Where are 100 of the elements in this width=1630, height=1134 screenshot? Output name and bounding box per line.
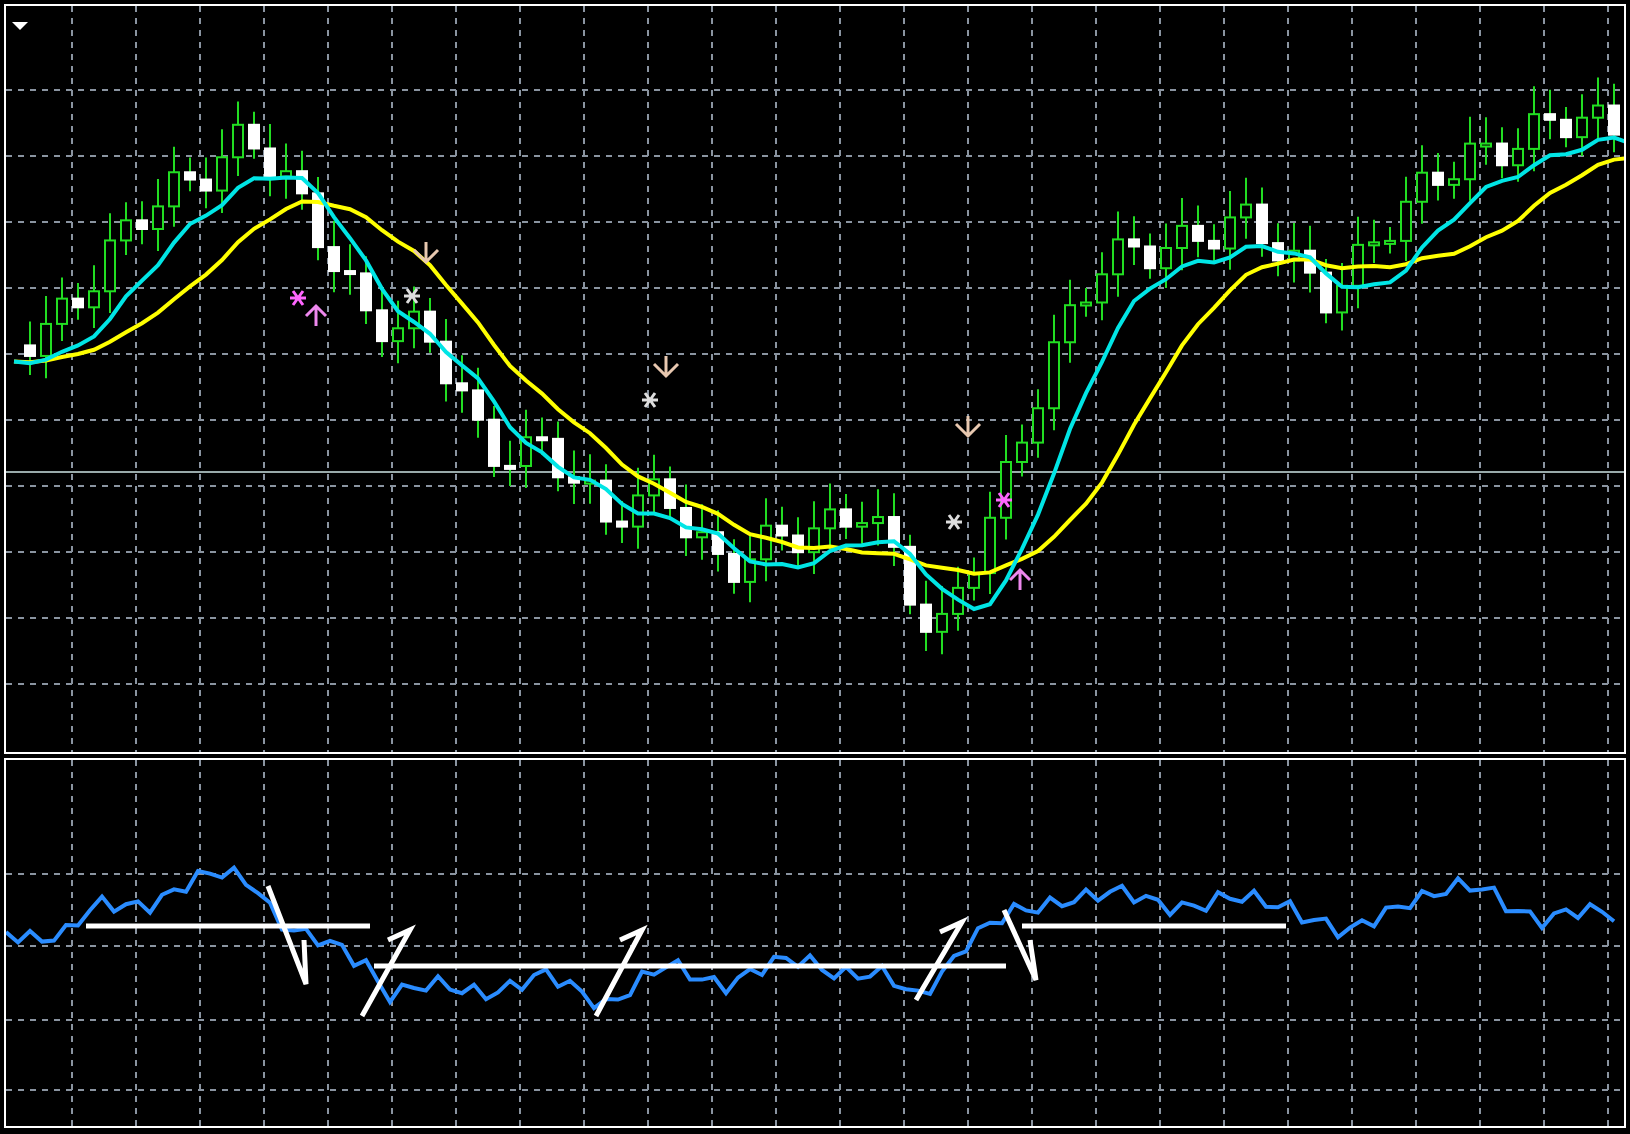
asterisk-icon <box>944 513 964 531</box>
candlestick <box>440 317 452 403</box>
candlestick <box>1352 215 1364 310</box>
candlestick <box>952 565 964 632</box>
candlestick <box>104 212 116 314</box>
candlestick <box>824 482 836 551</box>
candlestick <box>344 243 356 296</box>
zigzag-mark <box>1001 908 1039 983</box>
candlestick <box>504 439 516 488</box>
candlestick <box>328 219 340 294</box>
candlestick <box>1336 262 1348 332</box>
candlestick <box>232 100 244 177</box>
candlestick <box>200 156 212 210</box>
candlestick <box>1064 278 1076 364</box>
candlestick <box>1448 160 1460 200</box>
candlestick <box>552 420 564 493</box>
candlestick <box>856 500 868 545</box>
candlestick <box>1000 433 1012 541</box>
candlestick <box>1544 88 1556 141</box>
candlestick <box>216 128 228 214</box>
candlestick <box>1464 115 1476 202</box>
candlestick <box>1384 226 1396 255</box>
candlestick <box>520 408 532 490</box>
candlestick <box>840 492 852 541</box>
candlestick <box>264 122 276 198</box>
candlestick <box>1208 223 1220 263</box>
zigzag-mark <box>265 885 309 987</box>
asterisk-icon <box>640 391 660 409</box>
candlestick <box>696 503 708 561</box>
candlestick <box>744 532 756 604</box>
candlestick <box>56 276 68 342</box>
candlestick <box>760 497 772 583</box>
candlestick <box>1512 127 1524 183</box>
candlestick <box>24 320 36 377</box>
up-arrow-icon <box>304 303 328 328</box>
candlestick <box>456 354 468 414</box>
candlestick <box>1048 313 1060 432</box>
candlestick <box>600 463 612 536</box>
candlestick <box>1608 82 1620 154</box>
candlestick <box>1272 222 1284 278</box>
candlestick <box>408 285 420 350</box>
candlestick <box>568 449 580 506</box>
zigzag-mark <box>593 924 648 1018</box>
candlestick <box>1096 251 1108 322</box>
candlestick <box>1144 232 1156 280</box>
candlestick <box>248 110 260 160</box>
candlestick <box>1288 222 1300 284</box>
candlestick <box>296 149 308 211</box>
candlestick <box>1528 85 1540 173</box>
candlestick <box>1256 186 1268 258</box>
candlestick <box>1032 388 1044 459</box>
candlestick <box>632 466 644 550</box>
candlestick <box>280 142 292 200</box>
candlestick <box>888 492 900 567</box>
candlestick <box>1576 93 1588 157</box>
candlestick <box>424 296 436 354</box>
candlestick <box>472 366 484 439</box>
candlestick <box>1112 210 1124 298</box>
candlestick <box>664 465 676 520</box>
zigzag-mark <box>359 924 416 1018</box>
candlestick <box>120 201 132 256</box>
candlestick <box>312 175 324 262</box>
candlestick <box>1560 106 1572 149</box>
candlestick <box>1304 224 1316 294</box>
candlestick <box>360 255 372 326</box>
candlestick <box>1592 76 1604 142</box>
candlestick <box>72 282 84 321</box>
candlestick <box>40 295 52 380</box>
candlestick <box>1480 116 1492 166</box>
candlestick <box>648 453 660 516</box>
candlestick <box>808 500 820 575</box>
candlestick <box>1224 189 1236 271</box>
candlestick <box>984 490 996 595</box>
candlestick <box>1128 215 1140 267</box>
asterisk-icon <box>288 289 308 307</box>
candlestick <box>1400 175 1412 262</box>
candlestick <box>1080 286 1092 318</box>
candlestick <box>1368 218 1380 264</box>
up-arrow-icon <box>1008 567 1032 592</box>
candlestick <box>936 585 948 656</box>
candlestick <box>168 145 180 228</box>
candlestick <box>1240 176 1252 240</box>
candlestick <box>136 200 148 246</box>
candlestick <box>1192 204 1204 259</box>
candlestick <box>392 299 404 365</box>
candlestick <box>616 500 628 545</box>
asterisk-icon <box>402 287 422 305</box>
candlestick <box>792 516 804 568</box>
candlestick <box>536 416 548 456</box>
candlestick <box>680 483 692 557</box>
candlestick <box>376 289 388 358</box>
candlestick <box>1432 152 1444 202</box>
candlestick <box>1320 257 1332 325</box>
candlestick <box>1160 222 1172 289</box>
candlestick <box>728 538 740 595</box>
candlestick <box>920 579 932 653</box>
down-arrow-icon <box>954 414 982 439</box>
candlestick <box>1016 423 1028 478</box>
candlestick <box>184 156 196 193</box>
dropdown-icon[interactable] <box>12 22 28 30</box>
